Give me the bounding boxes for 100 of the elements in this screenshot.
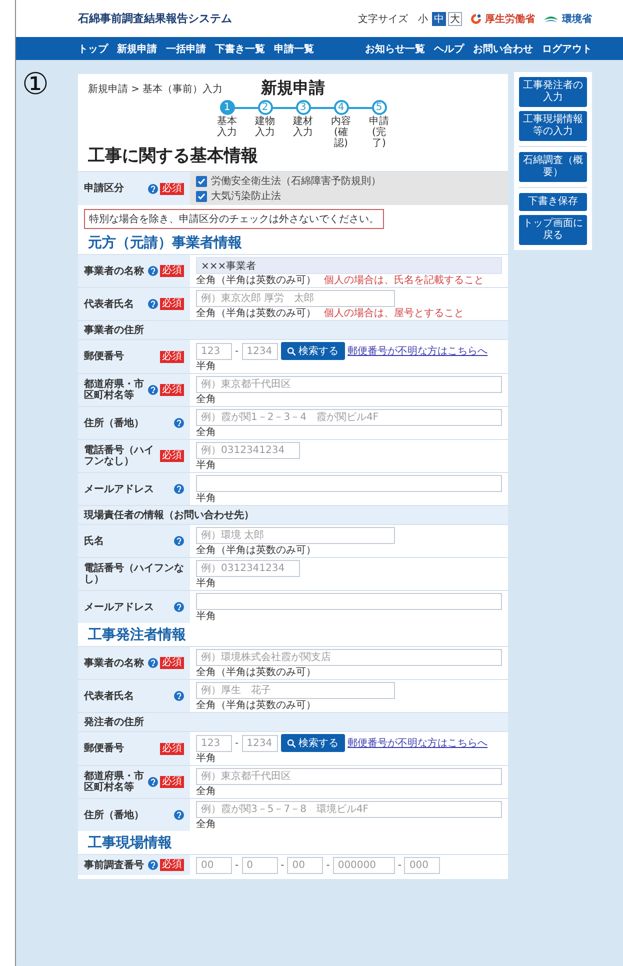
help-icon[interactable]: [148, 385, 158, 395]
help-icon[interactable]: [174, 484, 184, 494]
input-hint: 全角（半角は英数のみ可）: [196, 700, 316, 711]
search-button[interactable]: 検索する: [280, 342, 345, 360]
input-field[interactable]: 例）東京次郎 厚労 太郎: [196, 290, 395, 307]
nav-link[interactable]: トップ: [78, 42, 108, 56]
font-size-option[interactable]: 小: [416, 12, 430, 26]
checkbox[interactable]: [196, 176, 207, 187]
ministry-logo-text: 厚生労働省: [485, 12, 535, 26]
help-icon[interactable]: [174, 536, 184, 546]
field-label: 住所（番地）: [84, 810, 145, 820]
swirl-logo-icon: [470, 12, 482, 24]
separator: -: [398, 860, 402, 871]
input-field[interactable]: 1234: [242, 734, 278, 752]
input-field[interactable]: [196, 593, 502, 610]
input-field[interactable]: 000: [404, 857, 440, 874]
site-title: 石綿事前調査結果報告システム: [78, 11, 232, 26]
field-label: 申請区分: [84, 183, 125, 194]
help-icon[interactable]: [174, 602, 184, 612]
side-button[interactable]: 下書き保存: [519, 193, 587, 211]
step-label: 内容(確認): [330, 116, 352, 149]
input-hint: 半角: [196, 460, 216, 471]
input-field[interactable]: 例）東京都千代田区: [196, 376, 502, 393]
section-heading: 元方（元請）事業者情報: [87, 234, 243, 253]
side-button[interactable]: 工事現場情報等の入力: [519, 111, 587, 141]
section-heading: 工事発注者情報: [87, 626, 187, 645]
input-field[interactable]: 例）環境 太郎: [196, 527, 395, 544]
input-field[interactable]: 例）霞が関1－2－3－4 霞が関ビル4F: [196, 409, 502, 426]
breadcrumb: 新規申請 > 基本（事前）入力: [88, 82, 223, 96]
field-label: 氏名: [84, 536, 105, 546]
input-field[interactable]: 例）霞が関3－5－7－8 環境ビル4F: [196, 801, 502, 818]
nav-link[interactable]: 下書き一覧: [215, 42, 265, 56]
input-note: 個人の場合は、屋号とすること: [324, 308, 464, 319]
step-label: 申請(完了): [368, 116, 390, 149]
input-field[interactable]: [196, 475, 502, 492]
field-label: 電話番号（ハイフンなし）: [84, 445, 155, 467]
separator: -: [235, 346, 239, 356]
input-field[interactable]: 123: [196, 734, 232, 752]
help-link[interactable]: 郵便番号が不明な方はこちらへ: [348, 344, 488, 358]
help-icon[interactable]: [148, 658, 158, 668]
help-icon[interactable]: [148, 860, 158, 870]
field-label: 都道府県・市区町村名等: [84, 379, 145, 401]
step-circle: 2: [258, 100, 272, 115]
help-icon[interactable]: [174, 810, 184, 820]
font-size-option[interactable]: 中: [432, 12, 446, 26]
input-field[interactable]: 1234: [242, 342, 278, 360]
nav-link[interactable]: 新規申請: [117, 42, 157, 56]
separator: -: [235, 738, 239, 748]
input-field[interactable]: 00: [287, 857, 324, 874]
subsection-heading: 現場責任者の情報（お問い合わせ先）: [78, 505, 508, 524]
input-field[interactable]: 00: [196, 857, 232, 874]
nav-link[interactable]: 申請一覧: [274, 42, 314, 56]
input-hint: 半角: [196, 578, 216, 589]
subsection-heading: 事業者の住所: [78, 320, 508, 339]
required-badge: 必須: [160, 776, 184, 788]
help-icon[interactable]: [148, 184, 158, 194]
field-label: 郵便番号: [84, 351, 125, 362]
field-label: 都道府県・市区町村名等: [84, 771, 145, 793]
help-link[interactable]: 郵便番号が不明な方はこちらへ: [348, 736, 488, 750]
input-hint: 半角: [196, 361, 216, 372]
input-hint: 全角: [196, 819, 216, 830]
nav-link[interactable]: ログアウト: [542, 42, 592, 56]
field-label: 事業者の名称: [84, 658, 145, 668]
input-field[interactable]: 例）環境株式会社霞が関支店: [196, 649, 502, 666]
required-badge: 必須: [160, 384, 184, 396]
input-note: 個人の場合は、氏名を記載すること: [324, 275, 484, 286]
font-size-option[interactable]: 大: [448, 12, 462, 26]
input-field[interactable]: 例）0312341234: [196, 442, 300, 459]
field-label: 事前調査番号: [84, 860, 145, 870]
input-field[interactable]: 例）東京都千代田区: [196, 768, 502, 785]
input-hint: 全角: [196, 427, 216, 438]
input-hint: 全角（半角は英数のみ可）: [196, 667, 316, 678]
input-field[interactable]: 0: [242, 857, 278, 874]
help-icon[interactable]: [174, 691, 184, 701]
field-label: メールアドレス: [84, 484, 155, 494]
required-badge: 必須: [160, 298, 184, 310]
required-badge: 必須: [160, 859, 184, 871]
input-hint: 全角: [196, 394, 216, 405]
input-field[interactable]: 例）0312341234: [196, 560, 300, 577]
help-icon[interactable]: [148, 266, 158, 276]
side-button[interactable]: 工事発注者の入力: [519, 77, 587, 107]
side-button[interactable]: 石綿調査（概要）: [519, 152, 587, 182]
input-field[interactable]: ×××事業者: [196, 257, 502, 274]
help-icon[interactable]: [174, 418, 184, 428]
required-badge: 必須: [160, 265, 184, 277]
help-icon[interactable]: [148, 777, 158, 787]
step-circle: 3: [296, 100, 310, 115]
field-label: 代表者氏名: [84, 298, 135, 310]
input-field[interactable]: 000000: [332, 857, 395, 874]
help-icon[interactable]: [148, 299, 158, 309]
input-field[interactable]: 123: [196, 342, 232, 360]
input-field[interactable]: 例）厚生 花子: [196, 682, 395, 699]
nav-link[interactable]: ヘルプ: [434, 42, 464, 56]
nav-link[interactable]: お知らせ一覧: [365, 42, 425, 56]
nav-link[interactable]: お問い合わせ: [473, 42, 533, 56]
search-button[interactable]: 検索する: [280, 734, 345, 752]
side-button[interactable]: トップ画面に戻る: [519, 215, 587, 245]
checkbox[interactable]: [196, 191, 207, 202]
font-size-label: 文字サイズ: [358, 12, 408, 26]
nav-link[interactable]: 一括申請: [166, 42, 206, 56]
